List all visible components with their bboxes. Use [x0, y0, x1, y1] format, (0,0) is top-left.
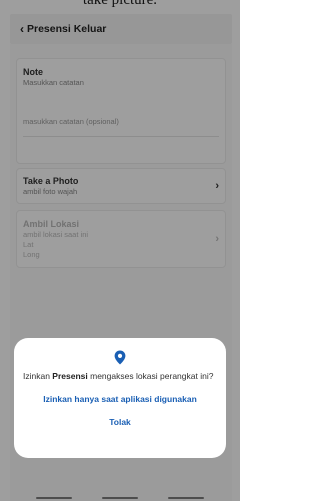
permission-dialog: Izinkan Presensi mengakses lokasi perang… [14, 338, 226, 458]
app-name: Presensi [52, 371, 88, 381]
nav-recents-button[interactable] [36, 497, 72, 499]
deny-button[interactable]: Tolak [23, 417, 217, 428]
caption-text: take picture. [82, 0, 158, 8]
screen: take picture. ‹ Presensi Keluar Note Mas… [0, 0, 240, 501]
nav-home-button[interactable] [102, 497, 138, 499]
system-nav-bar [0, 491, 240, 501]
nav-back-button[interactable] [168, 497, 204, 499]
message-prefix: Izinkan [23, 371, 53, 381]
location-pin-icon [114, 350, 126, 365]
allow-while-using-button[interactable]: Izinkan hanya saat aplikasi digunakan [23, 394, 217, 405]
message-suffix: mengakses lokasi perangkat ini? [87, 371, 214, 381]
pin-wrap [23, 350, 217, 365]
permission-message: Izinkan Presensi mengakses lokasi perang… [23, 371, 217, 382]
